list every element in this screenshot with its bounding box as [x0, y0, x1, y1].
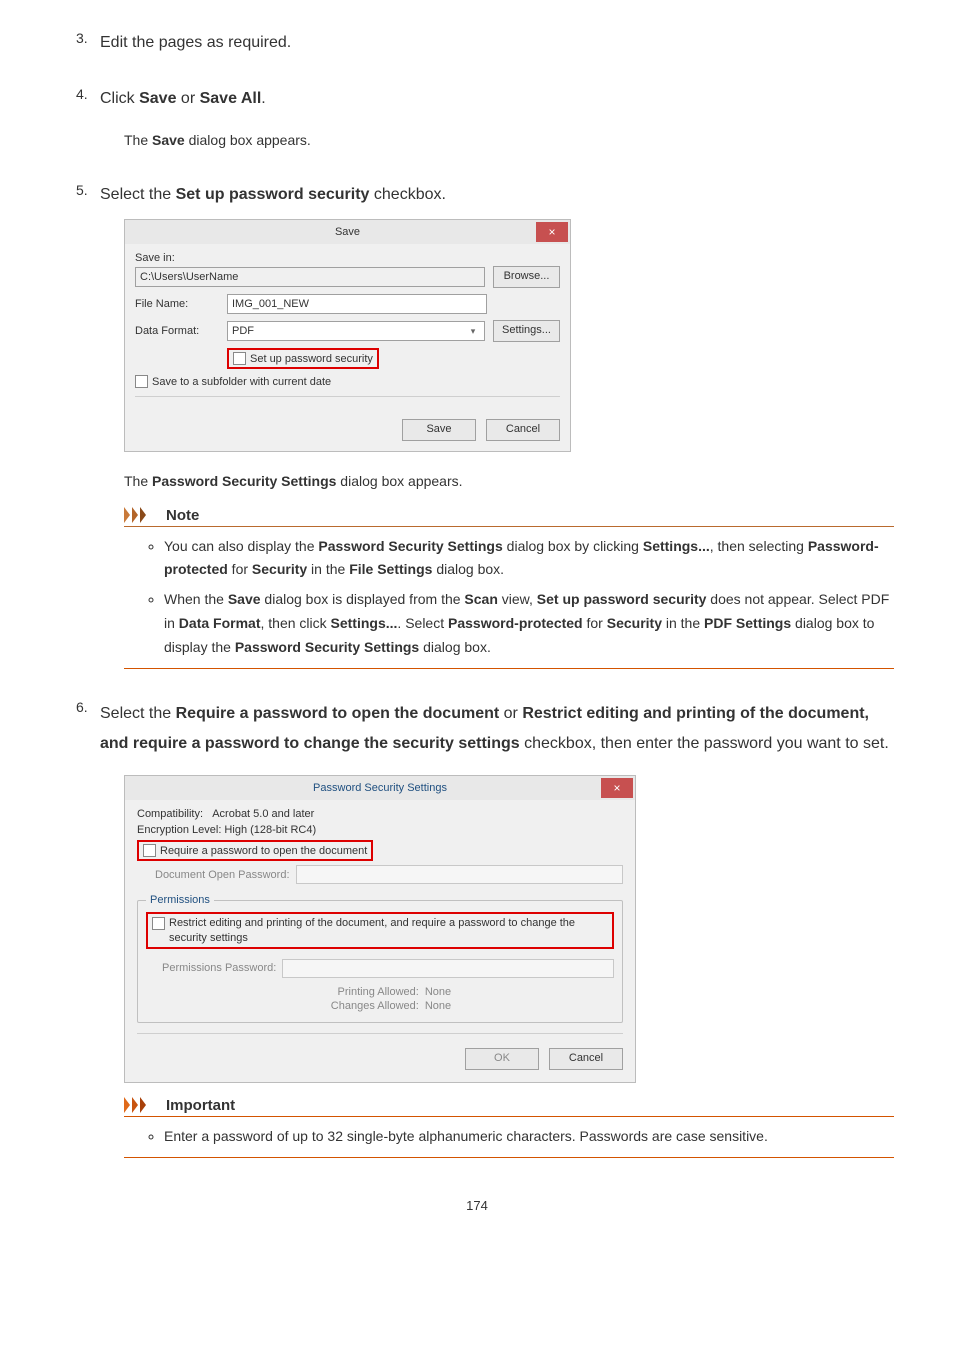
step-4: 4. Click Save or Save All. The Save dial…: [100, 86, 894, 152]
important-callout: Important Enter a password of up to 32 s…: [124, 1097, 894, 1158]
save-dialog-title: Save: [125, 226, 570, 238]
settings-button[interactable]: Settings...: [493, 320, 560, 342]
chevron-down-icon: ▾: [466, 322, 480, 340]
setup-password-label: Set up password security: [250, 353, 373, 365]
setup-password-highlight: Set up password security: [227, 348, 379, 369]
perm-pwd-label: Permissions Password:: [162, 962, 276, 974]
save-subfolder-label: Save to a subfolder with current date: [152, 376, 331, 388]
save-in-field: C:\Users\UserName: [135, 267, 485, 287]
encryption-label: Encryption Level: High (128-bit RC4): [137, 824, 623, 836]
pss-dialog-title: Password Security Settings: [125, 782, 635, 794]
data-format-label: Data Format:: [135, 325, 227, 337]
file-name-field[interactable]: IMG_001_NEW: [227, 294, 487, 314]
require-open-highlight: Require a password to open the document: [137, 840, 373, 861]
restrict-checkbox[interactable]: [152, 917, 165, 930]
pss-dialog: Password Security Settings × Compatibili…: [124, 775, 636, 1083]
restrict-label: Restrict editing and printing of the doc…: [169, 916, 608, 945]
data-format-select[interactable]: PDF ▾: [227, 321, 485, 341]
important-chevron-icon: [124, 1097, 160, 1113]
page-number: 174: [0, 1198, 954, 1213]
doc-open-pwd-label: Document Open Password:: [155, 869, 290, 881]
step-5-text: Select the Set up password security chec…: [100, 182, 894, 208]
note-item-1: You can also display the Password Securi…: [164, 535, 894, 583]
data-format-value: PDF: [232, 322, 254, 340]
restrict-highlight: Restrict editing and printing of the doc…: [146, 912, 614, 949]
permissions-legend: Permissions: [146, 894, 214, 906]
pss-dialog-close[interactable]: ×: [601, 778, 633, 798]
note-item-2: When the Save dialog box is displayed fr…: [164, 588, 894, 659]
step-5-num: 5.: [76, 182, 88, 198]
changes-allowed-row: Changes Allowed:None: [146, 1000, 614, 1012]
ok-button[interactable]: OK: [465, 1048, 539, 1070]
save-dialog: Save × Save in: C:\Users\UserName Browse…: [124, 219, 571, 452]
step-3-num: 3.: [76, 30, 88, 46]
important-item-1: Enter a password of up to 32 single-byte…: [164, 1125, 894, 1149]
compatibility-row: Compatibility: Acrobat 5.0 and later: [137, 808, 623, 820]
save-dialog-close[interactable]: ×: [536, 222, 568, 242]
important-title: Important: [166, 1097, 235, 1114]
note-callout: Note You can also display the Password S…: [124, 507, 894, 669]
note-chevron-icon: [124, 507, 160, 523]
save-dialog-titlebar: Save ×: [125, 220, 570, 244]
pss-dialog-titlebar: Password Security Settings ×: [125, 776, 635, 800]
setup-password-checkbox[interactable]: [233, 352, 246, 365]
step-3-text: Edit the pages as required.: [100, 30, 894, 56]
file-name-label: File Name:: [135, 298, 227, 310]
note-title: Note: [166, 507, 199, 524]
cancel-button[interactable]: Cancel: [486, 419, 560, 441]
step-4-sub: The Save dialog box appears.: [124, 129, 894, 151]
step-3: 3. Edit the pages as required.: [100, 30, 894, 56]
save-subfolder-checkbox[interactable]: [135, 375, 148, 388]
step-4-text: Click Save or Save All.: [100, 86, 894, 112]
require-open-checkbox[interactable]: [143, 844, 156, 857]
printing-allowed-row: Printing Allowed:None: [146, 986, 614, 998]
require-open-label: Require a password to open the document: [160, 845, 367, 857]
step-5-sub: The Password Security Settings dialog bo…: [124, 470, 894, 492]
pss-cancel-button[interactable]: Cancel: [549, 1048, 623, 1070]
save-button[interactable]: Save: [402, 419, 476, 441]
step-6-num: 6.: [76, 699, 88, 715]
step-4-num: 4.: [76, 86, 88, 102]
step-6: 6. Select the Require a password to open…: [100, 699, 894, 1158]
step-6-text: Select the Require a password to open th…: [100, 699, 894, 760]
perm-pwd-field[interactable]: [282, 959, 614, 978]
browse-button[interactable]: Browse...: [493, 266, 560, 288]
step-5: 5. Select the Set up password security c…: [100, 182, 894, 669]
doc-open-pwd-field[interactable]: [296, 865, 623, 884]
permissions-fieldset: Permissions Restrict editing and printin…: [137, 894, 623, 1023]
save-in-label: Save in:: [135, 252, 227, 264]
